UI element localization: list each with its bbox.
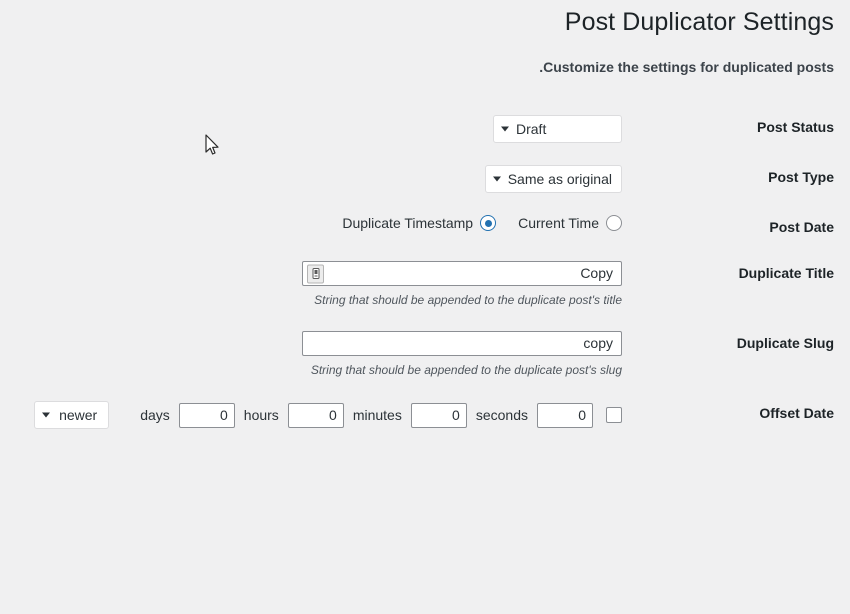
chevron-down-icon — [492, 176, 501, 182]
cell-offset-date: 0 seconds 0 minutes 0 hours 0 days newer — [0, 390, 632, 440]
row-post-type: Post Type Same as original — [0, 154, 850, 204]
settings-form-table: Post Status Draft Post Type Same as orig… — [0, 104, 850, 440]
offset-minutes-label: minutes — [352, 407, 402, 424]
label-duplicate-slug: Duplicate Slug — [736, 335, 834, 352]
offset-date-controls: 0 seconds 0 minutes 0 hours 0 days newer — [0, 401, 622, 430]
offset-days-input[interactable]: 0 — [178, 402, 235, 428]
offset-seconds-label: seconds — [475, 407, 528, 424]
label-offset-date: Offset Date — [759, 405, 834, 422]
row-post-status: Post Status Draft — [0, 104, 850, 154]
offset-direction-select[interactable]: newer — [34, 401, 110, 430]
cell-duplicate-slug: copy String that should be appended to t… — [0, 320, 632, 390]
duplicate-slug-input[interactable]: copy — [302, 331, 622, 357]
radio-icon-current-time[interactable] — [606, 215, 622, 231]
duplicate-title-value: Copy — [580, 265, 613, 282]
cell-duplicate-title: Copy String that should be appended to t… — [0, 250, 632, 320]
offset-minutes-input[interactable]: 0 — [410, 402, 467, 428]
post-type-select[interactable]: Same as original — [484, 165, 622, 193]
chevron-down-icon — [501, 126, 509, 132]
offset-date-checkbox[interactable] — [606, 407, 622, 424]
page-title: Post Duplicator Settings — [564, 8, 834, 36]
radio-icon-duplicate-timestamp[interactable] — [480, 215, 497, 231]
label-post-type: Post Type — [768, 169, 834, 185]
offset-hours-input[interactable]: 0 — [287, 402, 344, 428]
settings-page: Post Duplicator Settings .Customize the … — [0, 0, 850, 614]
label-post-date: Post Date — [769, 219, 834, 235]
page-subtitle: .Customize the settings for duplicated p… — [539, 59, 834, 75]
post-status-select[interactable]: Draft — [493, 115, 622, 143]
post-type-value: Same as original — [507, 171, 612, 187]
cell-post-type: Same as original — [0, 154, 632, 204]
radio-duplicate-timestamp[interactable]: Duplicate Timestamp — [342, 215, 497, 231]
cell-post-status: Draft — [0, 104, 632, 154]
post-date-radio-group: Current Time Duplicate Timestamp — [0, 215, 622, 231]
row-post-date: Post Date Current Time Duplicate Timesta… — [0, 204, 850, 250]
radio-label-current-time: Current Time — [518, 215, 599, 231]
offset-hours-label: hours — [243, 407, 279, 424]
radio-current-time[interactable]: Current Time — [518, 215, 622, 231]
row-duplicate-slug: Duplicate Slug copy String that should b… — [0, 320, 850, 390]
password-manager-icon[interactable] — [307, 264, 324, 284]
offset-seconds-input[interactable]: 0 — [537, 402, 593, 428]
radio-label-duplicate-timestamp: Duplicate Timestamp — [342, 215, 474, 231]
label-post-status: Post Status — [756, 119, 834, 135]
duplicate-title-input[interactable]: Copy — [302, 261, 622, 287]
label-duplicate-title: Duplicate Title — [738, 265, 834, 282]
row-offset-date: Offset Date 0 seconds 0 minutes 0 hours … — [0, 390, 850, 440]
duplicate-slug-description: String that should be appended to the du… — [310, 363, 622, 378]
duplicate-slug-value: copy — [583, 335, 613, 352]
offset-days-label: days — [140, 407, 170, 424]
offset-direction-value: newer — [59, 407, 98, 424]
duplicate-title-description: String that should be appended to the du… — [314, 293, 622, 308]
row-duplicate-title: Duplicate Title Copy String that should — [0, 250, 850, 320]
chevron-down-icon — [42, 412, 51, 418]
post-status-value: Draft — [516, 121, 547, 137]
cell-post-date: Current Time Duplicate Timestamp — [0, 204, 632, 250]
